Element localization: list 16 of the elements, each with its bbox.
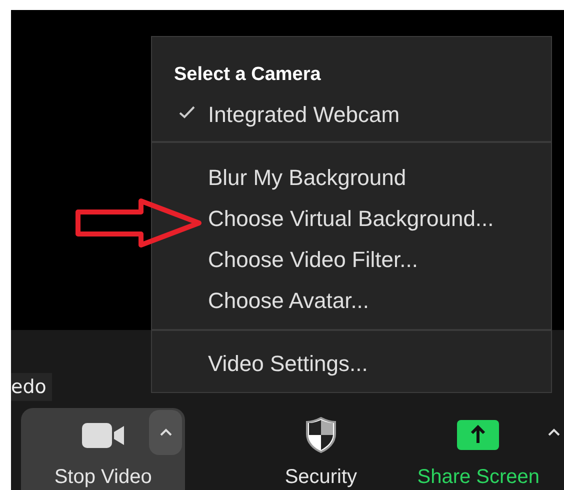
menu-item[interactable]: Integrated Webcam [152,94,551,135]
participant-name: edo [11,373,52,401]
caret-icon [547,428,562,436]
menu-item[interactable]: Blur My Background [152,157,551,198]
menu-item[interactable]: Choose Virtual Background... [152,198,551,239]
menu-item[interactable]: Video Settings... [152,343,551,384]
menu-item[interactable]: Choose Video Filter... [152,239,551,280]
security-button[interactable]: Security [284,408,358,489]
camera-icon [82,422,125,448]
menu-item[interactable]: Choose Avatar... [152,280,551,321]
share-screen-button[interactable]: Share Screen [417,408,540,489]
menu-heading: Select a Camera [174,64,322,86]
video-options-button[interactable] [149,410,182,455]
share-screen-icon [457,420,500,450]
caret-icon [158,428,173,437]
shield-icon [304,417,337,453]
